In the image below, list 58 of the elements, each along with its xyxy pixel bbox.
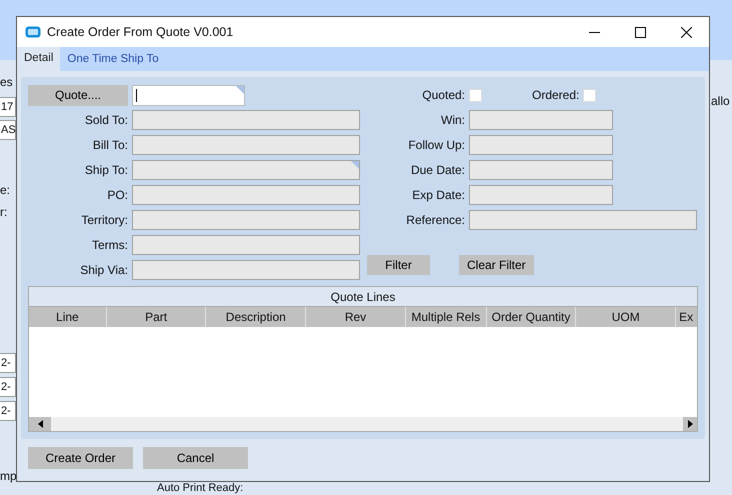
corner-fold-icon (236, 86, 244, 94)
field-label: Sold To: (84, 112, 129, 129)
tab[interactable]: One Time Ship To (60, 49, 166, 71)
scroll-left-icon[interactable] (38, 420, 42, 428)
input-field[interactable] (132, 160, 360, 180)
input-field[interactable] (132, 235, 360, 255)
filter-button[interactable]: Filter (367, 255, 430, 275)
background-field: AS (0, 120, 16, 140)
input-field[interactable] (469, 135, 613, 155)
background-label: allo (711, 93, 730, 110)
field-label: Territory: (80, 212, 129, 229)
scroll-right-icon[interactable] (688, 420, 692, 428)
background-label: e: (0, 182, 10, 199)
background-field: 2- (0, 377, 16, 397)
field-label: Ship To: (84, 162, 129, 179)
background-field: 2- (0, 401, 16, 421)
tab[interactable]: Detail (17, 47, 60, 71)
input-field[interactable] (132, 185, 360, 205)
input-field[interactable] (469, 185, 613, 205)
checkbox-label: Quoted: (421, 87, 466, 104)
window-title: Create Order From Quote V0.001 (47, 24, 234, 41)
input-field[interactable] (469, 160, 613, 180)
close-icon (680, 26, 692, 38)
app-icon (25, 26, 41, 38)
input-field[interactable] (132, 260, 360, 280)
quote-button[interactable]: Quote.... (28, 84, 128, 106)
field-label: Ship Via: (79, 262, 129, 279)
background-label: mp (0, 468, 17, 485)
background-label: Auto Print Ready: (157, 482, 244, 495)
checkbox-label: Ordered: (532, 87, 580, 104)
horizontal-scrollbar[interactable] (29, 417, 697, 431)
create-order-button[interactable]: Create Order (28, 447, 133, 469)
clear-filter-button[interactable]: Clear Filter (459, 255, 534, 275)
field-label: Bill To: (92, 137, 129, 154)
background-label: r: (0, 204, 8, 221)
background-field: 17 (0, 97, 16, 117)
cancel-button[interactable]: Cancel (143, 447, 248, 469)
field-label: Exp Date: (411, 187, 466, 204)
input-field[interactable] (132, 110, 360, 130)
background-field: 2- (0, 353, 16, 373)
table-title: Quote Lines (29, 287, 697, 307)
field-label: PO: (106, 187, 129, 204)
corner-fold-icon (351, 161, 359, 169)
field-label: Terms: (91, 237, 129, 254)
field-label: Follow Up: (407, 137, 466, 154)
field-label: Win: (440, 112, 466, 129)
background-label: es (0, 74, 13, 91)
input-field[interactable] (132, 135, 360, 155)
quote-field[interactable] (132, 84, 245, 106)
maximize-icon (634, 26, 646, 38)
column-header: Ex (678, 309, 694, 326)
input-field[interactable] (469, 110, 613, 130)
checkbox[interactable] (583, 88, 596, 102)
checkbox[interactable] (469, 88, 482, 102)
input-field[interactable] (469, 210, 697, 230)
input-field[interactable] (132, 210, 360, 230)
field-label: Reference: (405, 212, 466, 229)
field-label: Due Date: (410, 162, 466, 179)
